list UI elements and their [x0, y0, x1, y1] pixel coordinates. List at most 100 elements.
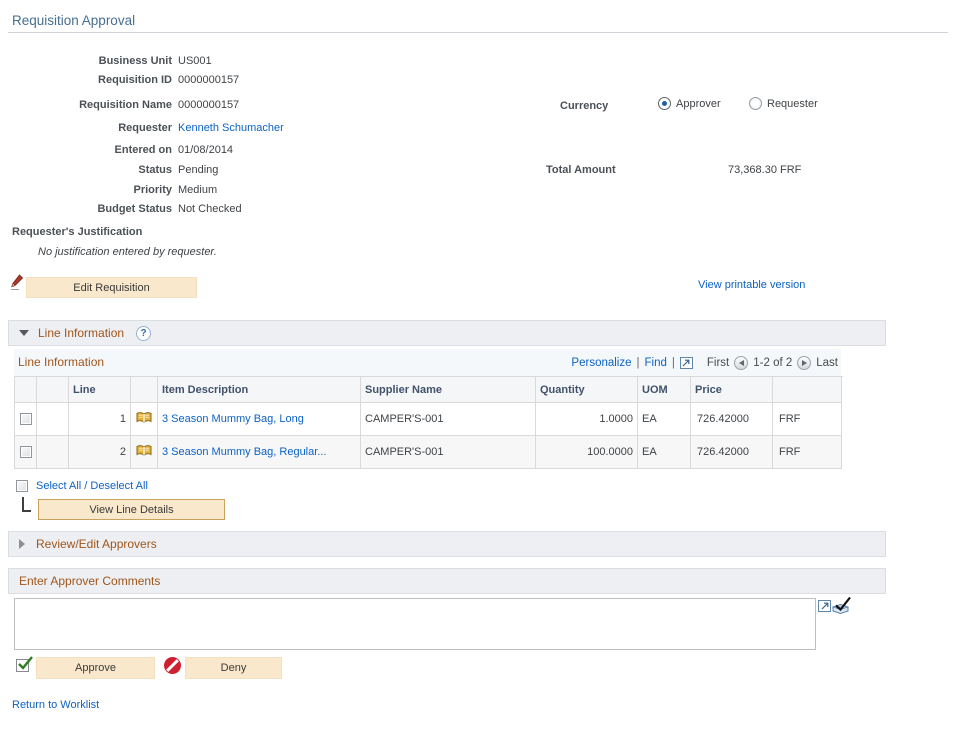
grid-caption: Line Information: [18, 355, 104, 369]
pager-first-label[interactable]: First: [707, 357, 729, 369]
field-row-requester: Requester Kenneth Schumacher: [12, 122, 572, 138]
item-description-link[interactable]: 3 Season Mummy Bag, Long: [162, 413, 304, 425]
grid-toolbar: Personalize | Find | First 1-2 of 2 Last: [571, 349, 838, 376]
next-arrow-icon: [802, 360, 807, 366]
field-row-budget-status: Budget Status Not Checked: [12, 203, 572, 219]
cell-uom: EA: [638, 436, 691, 469]
personalize-link[interactable]: Personalize: [571, 357, 631, 369]
pager-prev-button[interactable]: [734, 356, 748, 370]
field-label: Priority: [12, 184, 172, 196]
cell-supplier: CAMPER'S-001: [361, 403, 536, 436]
help-icon[interactable]: ?: [136, 326, 151, 341]
field-row-priority: Priority Medium: [12, 184, 572, 200]
line-information-section-header[interactable]: Line Information ?: [8, 320, 886, 346]
select-all-link[interactable]: Select All / Deselect All: [36, 480, 148, 492]
field-label: Requisition ID: [12, 74, 172, 86]
item-description-link[interactable]: 3 Season Mummy Bag, Regular...: [162, 446, 326, 458]
radio-button-icon[interactable]: [749, 97, 762, 110]
spell-check-icon[interactable]: [831, 596, 852, 619]
total-amount-label: Total Amount: [546, 164, 616, 176]
pager-last-label[interactable]: Last: [816, 357, 838, 369]
radio-label: Requester: [767, 98, 818, 110]
currency-label: Currency: [560, 100, 608, 112]
col-header-supplier: Supplier Name: [361, 377, 536, 403]
find-link[interactable]: Find: [645, 357, 667, 369]
row-select-checkbox[interactable]: [20, 413, 32, 425]
edit-requisition-button[interactable]: Edit Requisition: [26, 277, 197, 298]
field-label: Entered on: [12, 144, 172, 156]
field-value: 0000000157: [178, 74, 239, 86]
justification-text: No justification entered by requester.: [38, 246, 217, 258]
field-label: Budget Status: [12, 203, 172, 215]
cell-icon: [131, 403, 158, 436]
l-bracket-connector: [22, 497, 31, 512]
field-label: Status: [12, 164, 172, 176]
col-header-qty: Quantity: [536, 377, 638, 403]
radio-button-icon[interactable]: [658, 97, 671, 110]
col-header-item: Item Description: [158, 377, 361, 403]
field-value: Not Checked: [178, 203, 242, 215]
cell-currency: FRF: [773, 403, 842, 436]
approve-button[interactable]: Approve: [36, 657, 155, 679]
approve-check-icon: [16, 659, 29, 672]
currency-requester-radio[interactable]: Requester: [749, 97, 818, 110]
field-label: Requisition Name: [12, 99, 172, 111]
deny-button[interactable]: Deny: [185, 657, 282, 679]
section-title: Line Information: [38, 326, 124, 340]
cell-price: 726.42000: [691, 436, 773, 469]
item-detail-book-icon[interactable]: [136, 411, 152, 427]
title-divider: [8, 32, 948, 33]
prev-arrow-icon: [739, 360, 744, 366]
row-checkbox-cell: [15, 436, 37, 469]
col-header-icon: [131, 377, 158, 403]
collapse-triangle-icon[interactable]: [19, 330, 29, 336]
expand-comments-icon[interactable]: [818, 600, 831, 612]
field-label: Business Unit: [12, 55, 172, 67]
pager-next-button[interactable]: [797, 356, 811, 370]
col-header-select: [15, 377, 37, 403]
cell-line: 1: [69, 403, 131, 436]
pager-range: 1-2 of 2: [753, 357, 792, 369]
field-value: Pending: [178, 164, 218, 176]
field-value: US001: [178, 55, 212, 67]
view-line-details-button[interactable]: View Line Details: [38, 499, 225, 520]
edit-pencil-icon: [10, 274, 24, 294]
approver-comments-textarea[interactable]: [14, 598, 816, 650]
cell-qty: 100.0000: [536, 436, 638, 469]
view-printable-version-link[interactable]: View printable version: [698, 279, 805, 291]
cell-item: 3 Season Mummy Bag, Regular...: [158, 436, 361, 469]
review-edit-approvers-section-header[interactable]: Review/Edit Approvers: [8, 531, 886, 557]
field-value: 01/08/2014: [178, 144, 233, 156]
zoom-grid-icon[interactable]: [680, 357, 693, 369]
grid-caption-bar: Line Information Personalize | Find | Fi…: [14, 349, 841, 376]
cell-price: 726.42000: [691, 403, 773, 436]
toolbar-separator: |: [672, 357, 675, 369]
justification-heading: Requester's Justification: [12, 226, 142, 238]
cell-icon: [131, 436, 158, 469]
return-to-worklist-link[interactable]: Return to Worklist: [12, 699, 99, 711]
field-value: 0000000157: [178, 99, 239, 111]
field-row-business-unit: Business Unit US001: [12, 55, 572, 71]
field-label: Requester: [12, 122, 172, 134]
currency-approver-radio[interactable]: Approver: [658, 97, 721, 110]
item-detail-book-icon[interactable]: [136, 444, 152, 460]
deny-icon: [164, 657, 181, 674]
cell-uom: EA: [638, 403, 691, 436]
requester-link[interactable]: Kenneth Schumacher: [178, 122, 284, 134]
select-all-checkbox[interactable]: [16, 480, 28, 492]
cell-line: 2: [69, 436, 131, 469]
row-blank-cell: [37, 436, 69, 469]
field-row-requisition-name: Requisition Name 0000000157: [12, 99, 572, 115]
row-select-checkbox[interactable]: [20, 446, 32, 458]
col-header-uom: UOM: [638, 377, 691, 403]
cell-supplier: CAMPER'S-001: [361, 436, 536, 469]
line-table: Line Item Description Supplier Name Quan…: [14, 376, 843, 469]
field-value: Medium: [178, 184, 217, 196]
toolbar-separator: |: [637, 357, 640, 369]
field-row-status: Status Pending: [12, 164, 572, 180]
col-header-price: Price: [691, 377, 773, 403]
field-row-requisition-id: Requisition ID 0000000157: [12, 74, 572, 90]
expand-triangle-icon[interactable]: [19, 539, 25, 549]
col-header-line: Line: [69, 377, 131, 403]
enter-approver-comments-section-header: Enter Approver Comments: [8, 568, 886, 594]
